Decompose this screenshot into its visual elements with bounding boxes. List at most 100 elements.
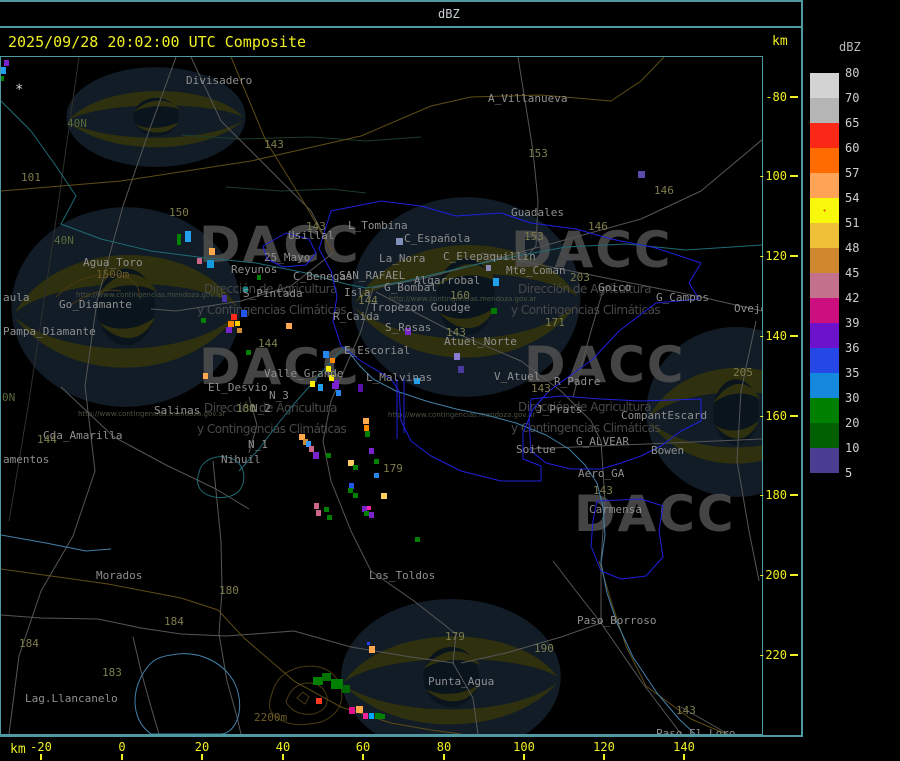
x-tick-label: -20 [30, 740, 52, 754]
map-label-town: G_ALVEAR [576, 435, 629, 448]
radar-echo-pixel [638, 171, 645, 178]
map-label-town: Goico [598, 281, 631, 294]
map-label-town: Divisadero [186, 74, 252, 87]
legend-swatch [810, 348, 839, 373]
radar-echo-pixel [353, 465, 358, 470]
radar-echo-pixel [327, 515, 332, 520]
radar-echo-pixel [374, 473, 379, 478]
radar-echo-pixel [203, 373, 208, 379]
y-tick-mark [790, 494, 798, 496]
legend-swatch [810, 298, 839, 323]
x-tick-label: 140 [673, 740, 695, 754]
x-tick-label: 120 [593, 740, 615, 754]
map-label-grid: 40N [67, 117, 87, 130]
legend-swatch [810, 223, 839, 248]
radar-echo-pixel [241, 310, 247, 317]
map-label-road: 143 [676, 704, 696, 717]
radar-echo-pixel [491, 308, 497, 314]
map-label-road: 183 [102, 666, 122, 679]
radar-echo-pixel [369, 448, 374, 454]
radar-echo-pixel [458, 366, 464, 373]
map-label-road: 146 [588, 220, 608, 233]
legend-swatch [810, 148, 839, 173]
map-label-town: amentos [3, 453, 49, 466]
title-bar: dBZ [0, 0, 900, 28]
map-label-road: 160 [450, 289, 470, 302]
map-label-town: N_1 [248, 438, 268, 451]
radar-echo-pixel [381, 493, 387, 499]
radar-echo-pixel [375, 713, 381, 719]
radar-echo-pixel [367, 506, 371, 510]
map-label-road: 101 [21, 171, 41, 184]
y-axis: -80 -100 -120 -140 -160 -180 -200 -220 [758, 56, 801, 735]
map-label-road: 144 [37, 433, 57, 446]
radar-echo-pixel [237, 328, 242, 333]
legend-value-label: 65 [845, 116, 860, 130]
map-label-town: G_Bombal [384, 281, 437, 294]
x-axis: km -20 0 20 40 60 80 100 120 140 [0, 735, 803, 761]
x-tick-mark [683, 754, 685, 760]
radar-echo-pixel [369, 512, 374, 518]
map-label-town: N_3 [269, 389, 289, 402]
radar-echo-pixel [313, 452, 319, 459]
radar-echo-pixel [336, 390, 341, 396]
map-label-town: A_Villanueva [488, 92, 567, 105]
radar-echo-pixel [326, 453, 331, 458]
map-label-town: Salinas [154, 404, 200, 417]
map-label-road: 184 [164, 615, 184, 628]
map-label-town: El_Desvio [208, 381, 268, 394]
legend-value-label: 30 [845, 391, 860, 405]
map-label-town: Soitue [516, 443, 556, 456]
legend-swatch [810, 123, 839, 148]
radar-echo-pixel [226, 327, 232, 333]
watermark-subtitle: y Contingencias Climáticas [511, 303, 660, 317]
radar-echo-pixel [235, 321, 240, 326]
y-tick-mark [790, 175, 798, 177]
legend-value-label: 57 [845, 166, 860, 180]
x-tick-label: 60 [355, 740, 371, 754]
map-label-town: Los_Toldos [369, 569, 435, 582]
radar-echo-pixel [185, 231, 191, 242]
radar-echo-pixel [358, 384, 363, 392]
y-tick-label: -120 [758, 249, 787, 263]
legend-value-label: 51 [845, 216, 860, 230]
y-tick-mark [790, 574, 798, 576]
map-label-grid: 0N [2, 391, 15, 404]
y-tick-label: -100 [758, 169, 787, 183]
map-label-town: Go_Diamante [59, 298, 132, 311]
radar-echo-pixel [353, 493, 358, 498]
radar-echo-pixel [1, 67, 6, 74]
radar-composite-app: dBZ 2025/09/28 20:02:00 UTC Composite km [0, 0, 900, 761]
x-tick-mark [443, 754, 445, 760]
map-label-town: Paso_Borroso [577, 614, 656, 627]
map-label-town: Lag.Llancanelo [25, 692, 118, 705]
map-label-town: Oveje [734, 302, 762, 315]
radar-echo-pixel [331, 679, 343, 689]
map-label-town: G_Campos [656, 291, 709, 304]
map-label-town: C_Elepaquillin [443, 250, 536, 263]
y-tick-label: -180 [758, 488, 787, 502]
radar-echo-pixel [364, 511, 369, 516]
y-tick-mark [790, 96, 798, 98]
radar-echo-pixel [330, 358, 335, 363]
radar-echo-pixel [348, 488, 353, 493]
radar-echo-pixel [318, 384, 323, 391]
map-label-town: S_Rosas [385, 321, 431, 334]
radar-echo-pixel [486, 265, 491, 271]
radar-echo-pixel [363, 713, 368, 719]
map-label-road: 143 [306, 220, 326, 233]
map-label-town: Guadales [511, 206, 564, 219]
watermark-url: http://www.contingencias.mendoza.gov.ar [388, 411, 535, 419]
legend-value-label: 10 [845, 441, 860, 455]
radar-echo-pixel [332, 383, 337, 389]
radar-echo-pixel [316, 698, 322, 704]
x-tick-label: 80 [436, 740, 452, 754]
radar-map-canvas[interactable]: DACC DACC DACC DACC DACC Dirección de Agricul… [0, 56, 763, 735]
dacc-eye-icon [341, 599, 561, 734]
legend-title: dBZ [839, 40, 861, 54]
radar-echo-pixel [316, 510, 321, 516]
radar-echo-pixel [201, 318, 206, 323]
y-tick-label: -80 [765, 90, 787, 104]
map-label-road: 153 [528, 147, 548, 160]
radar-echo-pixel [364, 425, 369, 431]
